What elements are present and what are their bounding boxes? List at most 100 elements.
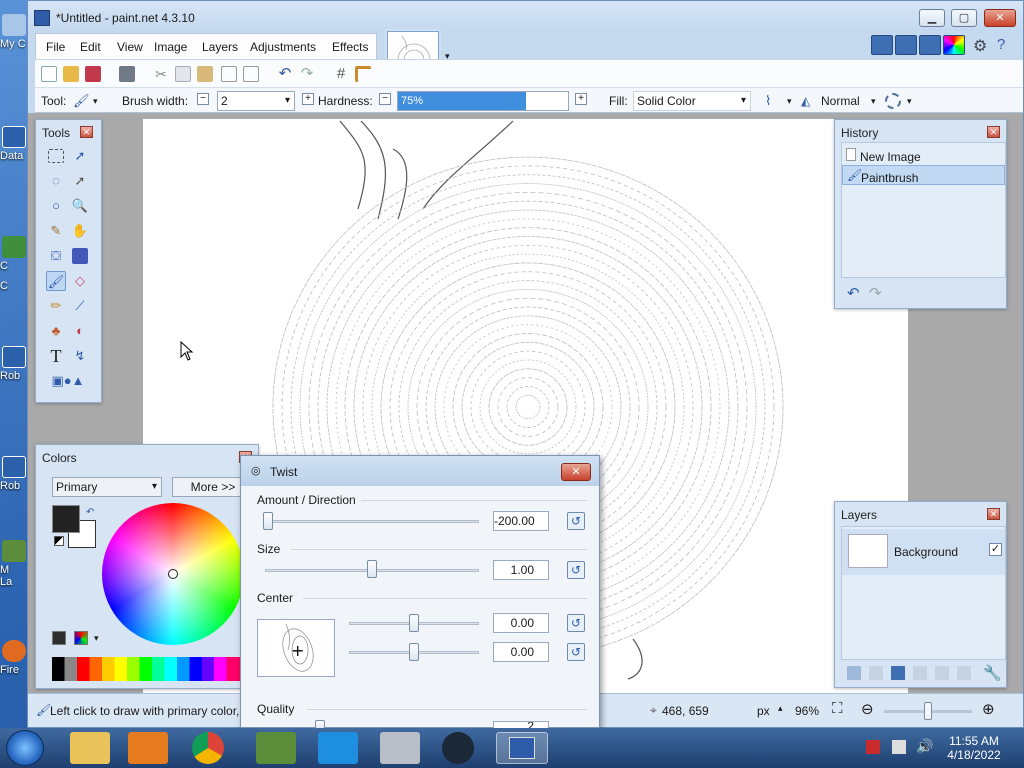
desktop-icon-data[interactable]: Data <box>0 126 28 162</box>
line-curve-icon[interactable]: ↯ <box>70 346 90 366</box>
units-select[interactable]: px <box>757 704 770 718</box>
size-value-field[interactable]: 1.00 <box>493 560 549 580</box>
desktop-icon-minecraft[interactable]: M La <box>0 540 28 588</box>
lasso-icon[interactable]: ◌ <box>46 171 66 191</box>
menu-file[interactable]: File <box>46 40 65 54</box>
menu-view[interactable]: View <box>117 40 143 54</box>
redo-icon[interactable]: ↷ <box>299 66 315 82</box>
action-center-icon[interactable] <box>866 740 880 754</box>
desktop-icon-c2[interactable]: C <box>0 280 28 292</box>
layers-toggle-icon[interactable] <box>919 35 941 55</box>
zoom-slider-knob[interactable] <box>924 702 932 720</box>
clone-stamp-icon[interactable]: ♣ <box>46 321 66 341</box>
brush-width-increase-button[interactable]: + <box>302 93 314 105</box>
delete-layer-icon[interactable] <box>869 666 883 680</box>
selection-dropdown-icon[interactable]: ▾ <box>907 96 912 107</box>
desktop-icon-computer[interactable]: My C <box>0 14 28 50</box>
primary-secondary-select[interactable]: Primary <box>52 477 162 497</box>
start-button[interactable] <box>6 730 44 766</box>
grid-icon[interactable]: # <box>333 66 349 82</box>
recolor-icon[interactable]: ◐ <box>70 321 90 341</box>
primary-color-swatch[interactable] <box>52 505 80 533</box>
tool-dropdown-icon[interactable]: ▾ <box>93 96 98 107</box>
center-x-field[interactable]: 0.00 <box>493 613 549 633</box>
hardness-slider[interactable]: 75% <box>397 91 569 111</box>
paintbrush-tool-icon[interactable]: 🖌 <box>46 271 66 291</box>
layer-visibility-checkbox[interactable]: ✓ <box>989 543 1002 556</box>
colors-toggle-icon[interactable] <box>943 35 965 55</box>
duplicate-layer-icon[interactable] <box>891 666 905 680</box>
reset-colors-icon[interactable] <box>54 536 64 546</box>
twist-close-button[interactable]: ✕ <box>561 463 591 481</box>
minecraft-icon[interactable] <box>256 732 296 764</box>
magic-wand-icon[interactable]: ✎ <box>46 221 66 241</box>
paste-icon[interactable] <box>197 66 213 82</box>
fill-select[interactable]: Solid Color <box>633 91 751 111</box>
paintnet-taskbar-button[interactable] <box>496 732 548 764</box>
minimize-button[interactable]: ▁ <box>919 9 945 27</box>
center-y-slider-knob[interactable] <box>409 643 419 661</box>
color-picker-icon[interactable]: ⟋ <box>70 296 90 316</box>
add-layer-icon[interactable] <box>847 666 861 680</box>
amount-slider-track[interactable] <box>265 520 479 523</box>
zoom-level[interactable]: 96% <box>795 704 819 718</box>
tools-toggle-icon[interactable] <box>871 35 893 55</box>
volume-icon[interactable]: 🔊 <box>916 738 933 755</box>
units-dropdown-icon[interactable]: ▴ <box>778 703 783 714</box>
palette-swatches[interactable] <box>52 657 258 681</box>
new-image-icon[interactable] <box>41 66 57 82</box>
center-x-slider-knob[interactable] <box>409 614 419 632</box>
twist-title-bar[interactable]: ◎ Twist ✕ <box>241 456 599 486</box>
desktop-icon-firefox[interactable]: Fire <box>0 640 28 676</box>
network-icon[interactable] <box>892 740 906 754</box>
palette-dropdown-icon[interactable]: ▾ <box>94 633 99 644</box>
pencil-icon[interactable]: ✏ <box>46 296 66 316</box>
blend-dropdown-icon[interactable]: ▾ <box>871 96 876 107</box>
zoom-in-icon[interactable]: ⊕ <box>982 700 995 718</box>
center-x-reset-button[interactable]: ↺ <box>567 614 585 632</box>
ruler-icon[interactable] <box>355 66 371 82</box>
print-icon[interactable] <box>119 66 135 82</box>
paintbrush-icon[interactable]: 🖌 <box>73 93 90 109</box>
maximize-button[interactable]: ▢ <box>951 9 977 27</box>
selection-mode-icon[interactable] <box>885 93 901 109</box>
antialiasing-icon[interactable]: ⌇ <box>765 93 781 109</box>
amount-reset-button[interactable]: ↺ <box>567 512 585 530</box>
hardness-decrease-button[interactable]: − <box>379 93 391 105</box>
desktop-icon-rob1[interactable]: Rob <box>0 346 28 382</box>
amount-slider-knob[interactable] <box>263 512 273 530</box>
size-slider-knob[interactable] <box>367 560 377 578</box>
menu-image[interactable]: Image <box>154 40 187 54</box>
layers-panel-close-button[interactable]: ✕ <box>987 508 1000 520</box>
amount-value-field[interactable]: -200.00 <box>493 511 549 531</box>
center-y-field[interactable]: 0.00 <box>493 642 549 662</box>
history-undo-icon[interactable]: ↶ <box>847 284 860 302</box>
menu-effects[interactable]: Effects <box>332 40 368 54</box>
history-toggle-icon[interactable] <box>895 35 917 55</box>
media-player-icon[interactable] <box>128 732 168 764</box>
center-picker[interactable]: + <box>257 619 335 677</box>
cut-icon[interactable]: ✂ <box>153 66 169 82</box>
tools-panel-close-button[interactable]: ✕ <box>80 126 93 138</box>
open-folder-icon[interactable] <box>63 66 79 82</box>
history-item-paintbrush[interactable]: 🖌 Paintbrush <box>842 165 1005 185</box>
chrome-icon[interactable] <box>192 732 224 764</box>
roblox-studio-icon[interactable] <box>318 732 358 764</box>
help-icon[interactable]: ? <box>997 36 1005 53</box>
history-redo-icon[interactable]: ↷ <box>869 284 882 302</box>
paint-bucket-icon[interactable]: ⛋ <box>46 246 66 266</box>
pan-hand-icon[interactable]: ✋ <box>70 221 90 241</box>
desktop-icon-c1[interactable]: C <box>0 236 28 272</box>
move-selection-icon[interactable]: ➚ <box>70 171 90 191</box>
ellipse-select-icon[interactable]: ○ <box>46 196 66 216</box>
desktop-icon-rob2[interactable]: Rob <box>0 456 28 492</box>
size-reset-button[interactable]: ↺ <box>567 561 585 579</box>
history-panel-close-button[interactable]: ✕ <box>987 126 1000 138</box>
history-item-new-image[interactable]: New Image <box>842 145 1005 165</box>
layer-row-background[interactable]: Background ✓ <box>842 529 1005 575</box>
center-y-reset-button[interactable]: ↺ <box>567 643 585 661</box>
menu-adjustments[interactable]: Adjustments <box>250 40 316 54</box>
menu-layers[interactable]: Layers <box>202 40 238 54</box>
gradient-icon[interactable] <box>72 248 88 264</box>
palette-icon[interactable] <box>74 631 88 645</box>
